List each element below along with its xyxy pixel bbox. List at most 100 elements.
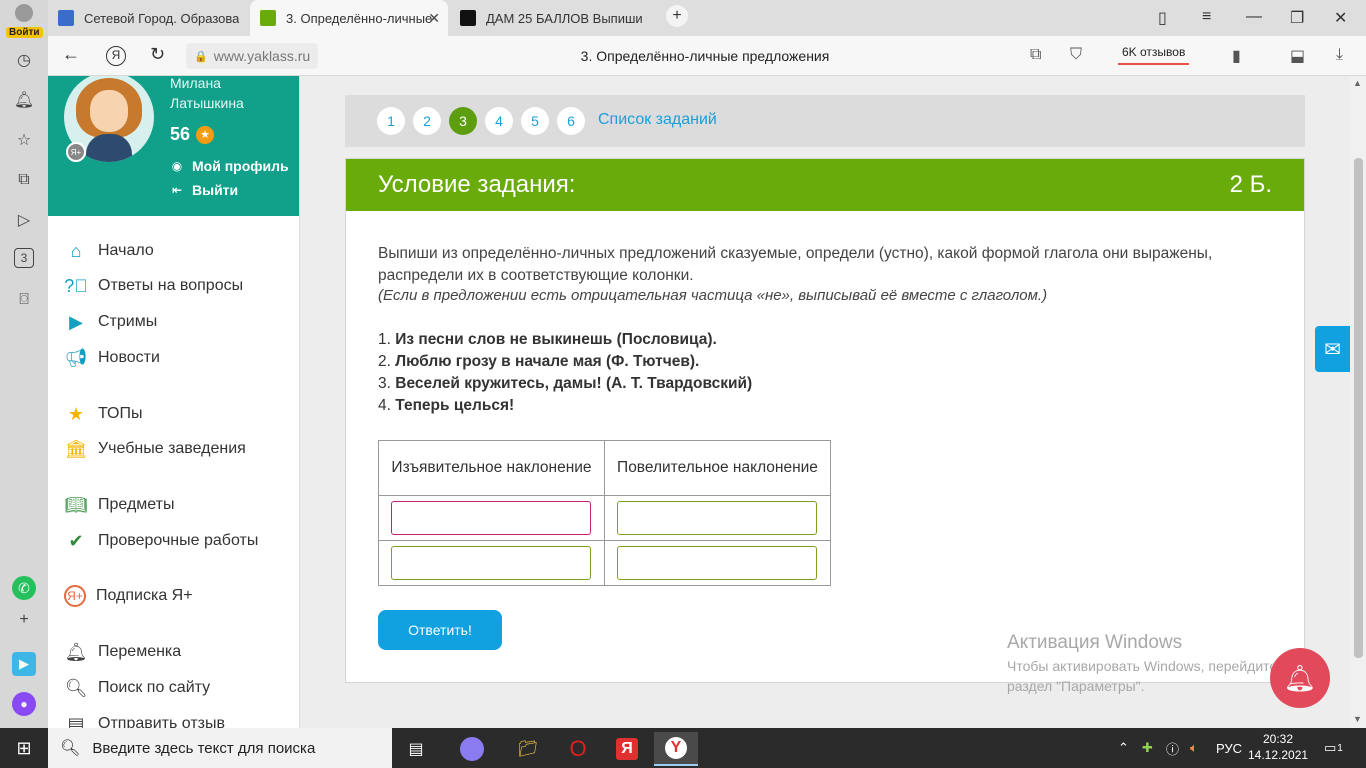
menu-item-feedback[interactable]: ▤ Отправить отзыв xyxy=(64,712,225,729)
menu-item-tests[interactable]: ✔ Проверочные работы xyxy=(64,529,258,553)
messenger-icon[interactable]: ▶ xyxy=(12,652,36,676)
browser-tab-1[interactable]: Сетевой Город. Образова xyxy=(48,0,248,36)
indicative-answer-input-1[interactable] xyxy=(391,501,591,535)
tabs-icon[interactable]: ⧉ xyxy=(1030,46,1041,64)
menu-label: Отправить отзыв xyxy=(98,715,225,728)
imperative-answer-input-2[interactable] xyxy=(617,546,817,580)
page-button-5[interactable]: 5 xyxy=(521,107,549,135)
menu-icon[interactable]: ≡ xyxy=(1202,8,1211,26)
new-tab-button[interactable]: + xyxy=(666,5,688,27)
menu-item-home[interactable]: ⌂ Начало xyxy=(64,239,154,263)
menu-item-tops[interactable]: ★ ТОПы xyxy=(64,402,143,426)
alice-taskbar-icon[interactable] xyxy=(450,732,494,766)
taskbar-search-box[interactable]: 🔍︎ Введите здесь текст для поиска xyxy=(48,728,392,768)
tab-title: ДАМ 25 БАЛЛОВ Выпиши xyxy=(486,10,643,26)
user-avatar-icon xyxy=(15,4,33,22)
indicative-answer-input-2[interactable] xyxy=(391,546,591,580)
page-button-6[interactable]: 6 xyxy=(557,107,585,135)
my-profile-label: Мой профиль xyxy=(192,158,289,174)
tray-app-icon[interactable]: ✚ xyxy=(1142,728,1153,768)
netgorod-favicon-icon xyxy=(58,10,74,26)
extensions-icon[interactable]: ⬓ xyxy=(1290,46,1305,66)
scrollbar-thumb[interactable] xyxy=(1354,158,1363,658)
page-button-3[interactable]: 3 xyxy=(449,107,477,135)
screenshot-icon[interactable]: ⌼ xyxy=(12,288,36,312)
yandex-browser-taskbar-icon[interactable]: Y xyxy=(654,732,698,766)
scroll-up-icon[interactable]: ▲ xyxy=(1353,78,1362,88)
home-icon: ⌂ xyxy=(70,240,82,261)
mail-feedback-icon[interactable]: ✉ xyxy=(1315,326,1350,372)
notification-bell-icon[interactable]: 🔔︎ xyxy=(1270,648,1330,708)
alice-icon[interactable]: ● xyxy=(12,692,36,716)
imperative-answer-input-1[interactable] xyxy=(617,501,817,535)
network-icon[interactable]: ⓘ xyxy=(1166,728,1179,768)
page-scrollbar[interactable]: ▲ ▼ xyxy=(1350,76,1366,728)
menu-label: Переменка xyxy=(98,643,182,660)
avatar-body xyxy=(86,134,132,162)
task-list-link[interactable]: Список заданий xyxy=(598,111,717,129)
reload-icon[interactable]: ↻ xyxy=(150,44,165,65)
menu-item-subscription[interactable]: Я+ Подписка Я+ xyxy=(64,584,193,608)
menu-item-answers[interactable]: ?⃝ Ответы на вопросы xyxy=(64,274,243,298)
page-button-4[interactable]: 4 xyxy=(485,107,513,135)
menu-label: Новости xyxy=(98,349,160,366)
opera-icon[interactable]: O xyxy=(556,732,600,766)
sentence-text: Люблю грозу в начале мая (Ф. Тютчев). xyxy=(395,353,700,370)
task-view-icon[interactable]: ▤ xyxy=(394,732,438,766)
scroll-down-icon[interactable]: ▼ xyxy=(1353,714,1362,724)
page-number: 6 xyxy=(567,113,575,129)
url-field[interactable]: 🔒 www.yaklass.ru xyxy=(186,43,319,69)
star-icon: ★ xyxy=(196,125,215,144)
my-profile-link[interactable]: ◉ Мой профиль xyxy=(170,158,289,174)
minimize-icon[interactable]: — xyxy=(1246,8,1262,26)
browser-tab-3[interactable]: ДАМ 25 БАЛЛОВ Выпиши xyxy=(450,0,650,36)
submit-answer-button[interactable]: Ответить! xyxy=(378,610,502,650)
back-arrow-icon[interactable]: ← xyxy=(62,44,80,65)
menu-item-institutions[interactable]: 🏛︎ Учебные заведения xyxy=(64,437,246,461)
file-explorer-icon[interactable]: 📁︎ xyxy=(506,732,550,766)
volume-icon[interactable]: 🔈︎ xyxy=(1190,728,1198,768)
menu-item-subjects[interactable]: 📖︎ Предметы xyxy=(64,493,175,517)
show-hidden-icons[interactable]: ⌃ xyxy=(1118,728,1129,768)
table-cell xyxy=(378,495,605,541)
video-icon[interactable]: ▷ xyxy=(12,208,36,232)
tab-count-icon[interactable]: 3 xyxy=(14,248,34,268)
menu-label: Подписка Я+ xyxy=(96,587,193,604)
action-center-icon[interactable]: ▭ 1 xyxy=(1324,728,1343,768)
yandex-icon[interactable]: Я xyxy=(106,46,126,66)
language-indicator[interactable]: РУС xyxy=(1216,728,1242,768)
menu-item-search[interactable]: 🔍︎ Поиск по сайту xyxy=(64,676,211,700)
collections-icon[interactable]: ▯ xyxy=(1158,8,1167,28)
page-number: 4 xyxy=(495,113,503,129)
table-cell xyxy=(378,540,605,586)
login-button[interactable]: Войти xyxy=(6,4,43,38)
download-icon[interactable]: ⤓ xyxy=(1336,46,1343,64)
reviews-badge[interactable]: 6K отзывов xyxy=(1118,45,1190,65)
history-icon[interactable]: ◷ xyxy=(12,48,36,72)
close-window-icon[interactable]: ✕ xyxy=(1334,8,1347,28)
page-number: 5 xyxy=(531,113,539,129)
menu-item-break[interactable]: 🔔︎ Переменка xyxy=(64,640,182,664)
restore-icon[interactable]: ❐ xyxy=(1290,8,1304,28)
menu-item-news[interactable]: 📢︎ Новости xyxy=(64,346,160,370)
menu-item-streams[interactable]: ▶ Стримы xyxy=(64,310,157,334)
protect-icon[interactable]: ⛉ xyxy=(1070,46,1082,64)
tab-title: Сетевой Город. Образова xyxy=(84,10,240,26)
windows-start-icon[interactable]: ⊞ xyxy=(0,728,48,768)
add-panel-icon[interactable]: + xyxy=(12,608,36,632)
page-button-2[interactable]: 2 xyxy=(413,107,441,135)
page-button-1[interactable]: 1 xyxy=(377,107,405,135)
bookmark-icon[interactable]: ▮ xyxy=(1232,46,1241,66)
notifications-icon[interactable]: 🔔︎ xyxy=(12,88,36,112)
yandex-taskbar-icon[interactable]: Я xyxy=(605,732,649,766)
taskbar-clock[interactable]: 20:32 14.12.2021 xyxy=(1248,731,1308,763)
collections-panel-icon[interactable]: ⧉ xyxy=(12,168,36,192)
score-value: 56 xyxy=(170,124,191,144)
url-text: www.yaklass.ru xyxy=(213,48,311,64)
favorites-icon[interactable]: ☆ xyxy=(12,128,36,152)
whatsapp-icon[interactable]: ✆ xyxy=(12,576,36,600)
browser-tab-2[interactable]: 3. Определённо-личные ✕ xyxy=(250,0,448,36)
table-header-row: Изъявительное наклонение Повелительное н… xyxy=(378,440,831,496)
close-tab-icon[interactable]: ✕ xyxy=(428,10,440,27)
logout-link[interactable]: ⇤ Выйти xyxy=(170,182,238,198)
